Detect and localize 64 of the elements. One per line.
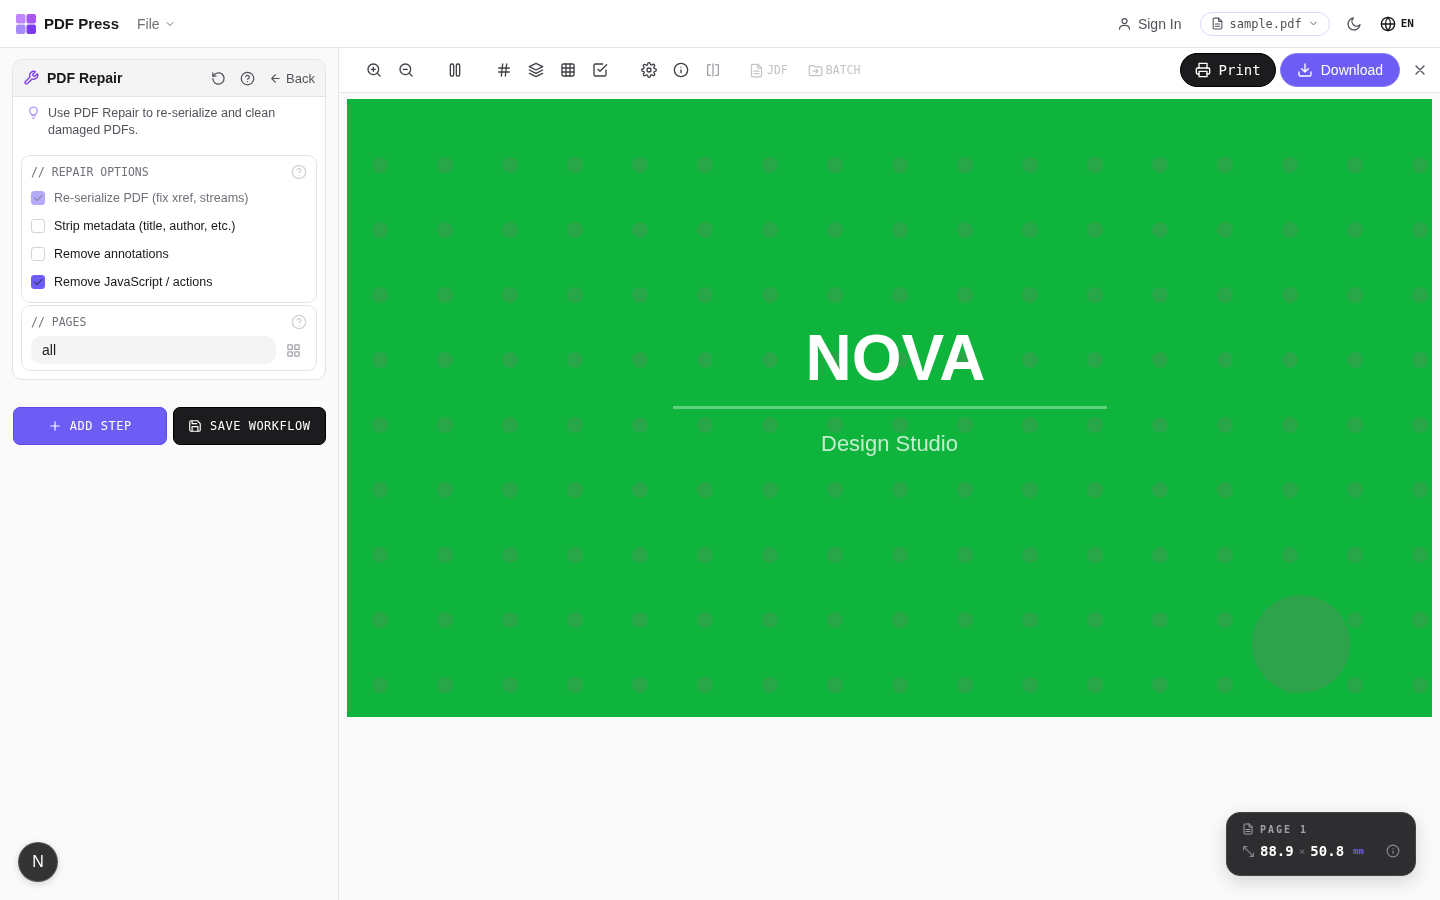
help-button[interactable] xyxy=(240,70,256,86)
save-icon xyxy=(188,419,203,433)
sign-in-button[interactable]: Sign In xyxy=(1116,15,1182,32)
lightbulb-icon xyxy=(27,106,40,119)
user-icon xyxy=(1116,16,1132,31)
reset-button[interactable] xyxy=(211,70,227,86)
theme-toggle[interactable] xyxy=(1345,15,1362,32)
zoom-out-icon xyxy=(398,62,414,78)
document-subtitle: Design Studio xyxy=(821,431,958,457)
help-icon xyxy=(240,70,256,86)
zoom-in-icon xyxy=(366,62,382,78)
user-avatar[interactable]: N xyxy=(19,843,57,881)
pages-field[interactable]: all xyxy=(31,336,276,364)
add-step-button[interactable]: ADD STEP xyxy=(13,407,167,445)
unit-label: mm xyxy=(1353,846,1364,856)
check-icon xyxy=(32,192,44,204)
page-height: 50.8 xyxy=(1310,843,1345,859)
option-label: Re-serialize PDF (fix xref, streams) xyxy=(54,191,249,205)
back-button[interactable]: Back xyxy=(269,70,315,86)
plus-icon xyxy=(47,419,62,433)
option-label: Strip metadata (title, author, etc.) xyxy=(54,219,236,233)
language-button[interactable]: EN xyxy=(1379,15,1414,32)
checkbox[interactable] xyxy=(31,275,45,289)
folder-arrow-icon xyxy=(807,62,823,78)
help-icon xyxy=(291,164,307,180)
document-title: NOVA xyxy=(805,321,986,395)
document-icon xyxy=(1242,823,1254,835)
globe-icon xyxy=(1379,15,1396,32)
save-workflow-button[interactable]: SAVE WORKFLOW xyxy=(172,407,326,445)
download-icon xyxy=(1296,62,1313,78)
wrench-icon xyxy=(23,70,39,86)
tool-title: PDF Repair xyxy=(47,70,124,86)
file-menu[interactable]: File xyxy=(137,15,176,32)
table-icon xyxy=(560,62,576,78)
reset-icon xyxy=(211,70,227,86)
resize-icon xyxy=(1242,844,1255,858)
tip-text: Use PDF Repair to re-serialize and clean damaged PDFs. xyxy=(48,105,277,139)
download-button[interactable]: Download xyxy=(1279,53,1400,87)
split-icon xyxy=(705,62,721,78)
option-label: Remove JavaScript / actions xyxy=(54,275,213,289)
document-icon xyxy=(1210,17,1224,30)
app-name: PDF Press xyxy=(44,15,120,32)
section-heading: // PAGES xyxy=(31,315,87,329)
print-button[interactable]: Print xyxy=(1179,53,1276,87)
grid-icon xyxy=(286,342,301,358)
times-sign: × xyxy=(1298,844,1306,858)
help-icon xyxy=(291,314,307,330)
document-icon xyxy=(749,62,764,78)
columns-icon xyxy=(447,62,463,78)
check-icon xyxy=(32,276,44,288)
info-icon xyxy=(1386,844,1400,858)
page-label: PAGE 1 xyxy=(1260,823,1309,835)
hash-icon xyxy=(496,62,512,78)
layers-icon xyxy=(528,62,544,78)
checkbox-icon xyxy=(592,62,608,78)
section-heading: // REPAIR OPTIONS xyxy=(31,165,149,179)
printer-icon xyxy=(1194,62,1211,78)
option-label: Remove annotations xyxy=(54,247,169,261)
page-width: 88.9 xyxy=(1260,843,1294,859)
settings-icon xyxy=(641,62,657,78)
info-icon xyxy=(673,62,689,78)
arrow-left-icon xyxy=(269,71,283,85)
moon-icon xyxy=(1345,15,1362,32)
app-logo xyxy=(16,13,36,34)
